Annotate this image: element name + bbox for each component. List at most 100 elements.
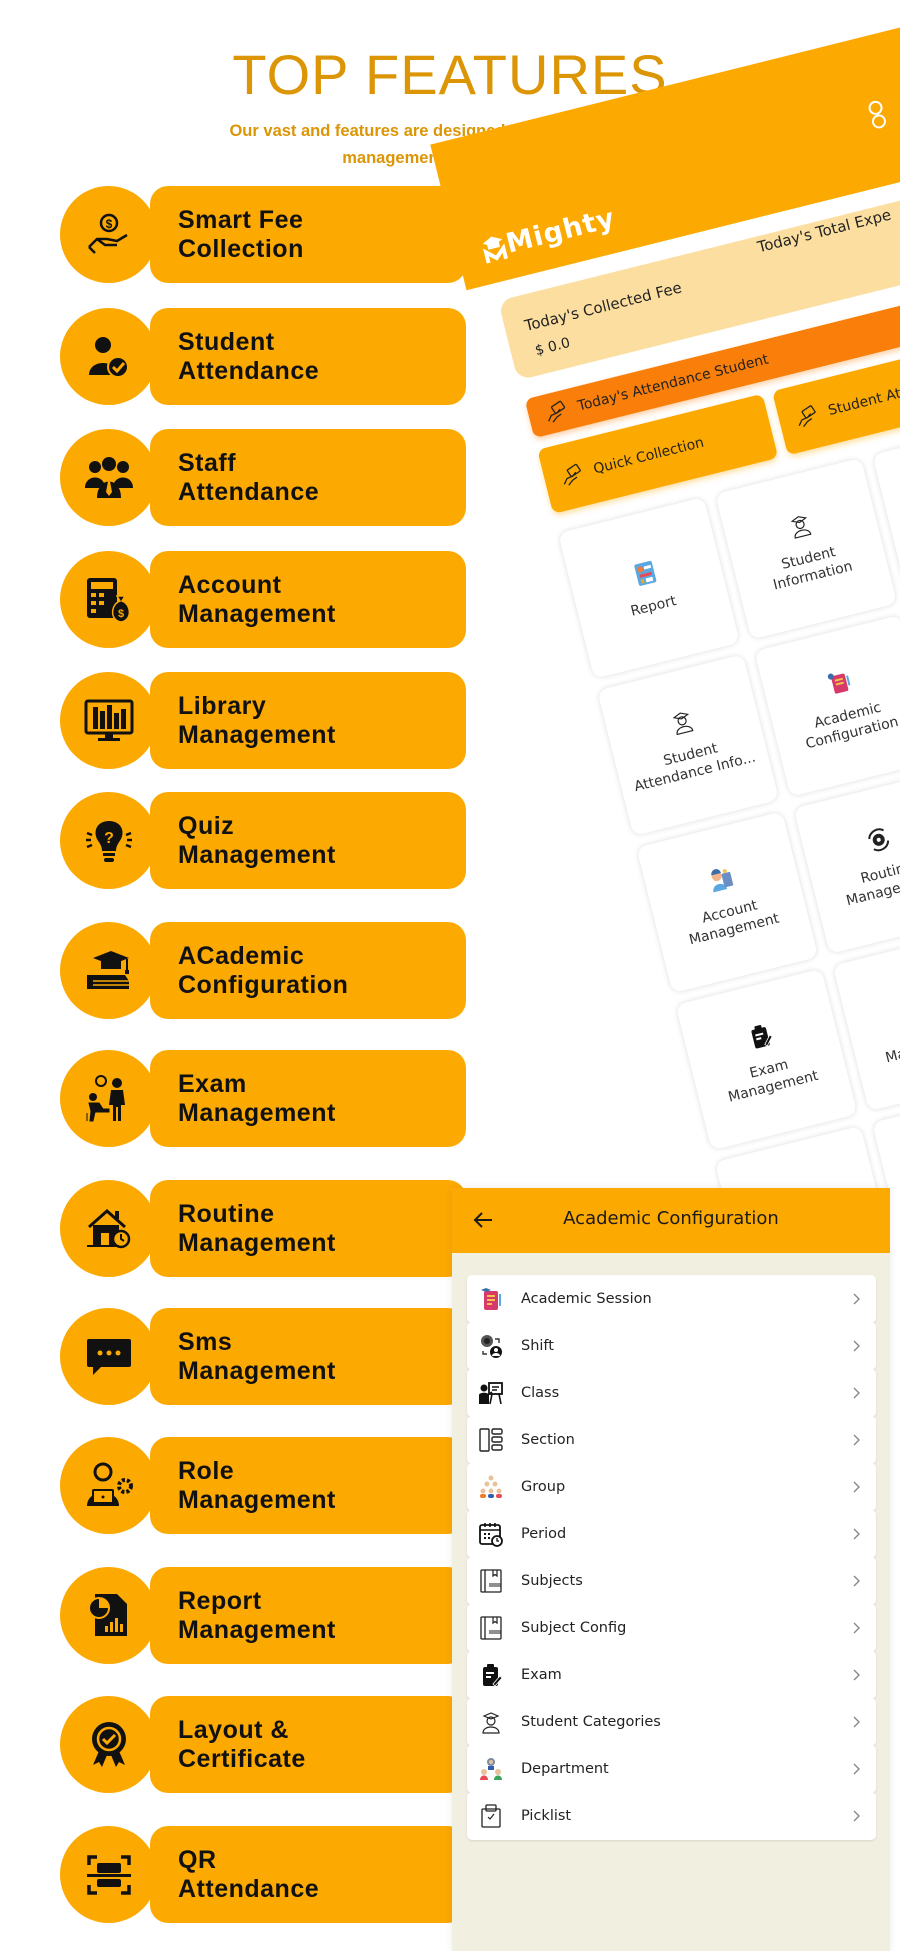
config-list-item[interactable]: Department <box>467 1745 876 1793</box>
feature-label: Exam Management <box>178 1069 336 1127</box>
calculator-moneybag-icon: $ <box>86 577 130 623</box>
chat-bubble-icon <box>86 1338 131 1375</box>
config-list-item-label: Period <box>521 1526 567 1542</box>
feature-icon-circle <box>60 1826 157 1923</box>
config-list-item-label: Department <box>521 1761 609 1777</box>
student-attendance-label: Student Atte <box>826 382 900 419</box>
config-list-item-label: Exam <box>521 1667 562 1683</box>
feature-icon-circle <box>60 1308 157 1405</box>
chevron-right-icon <box>853 1575 860 1587</box>
feature-icon-circle <box>60 672 157 769</box>
config-list-item[interactable]: Shift <box>467 1322 876 1370</box>
department-icon <box>480 1758 502 1780</box>
academic-configuration-screen: Academic Configuration Academic Session S… <box>452 1188 890 1951</box>
feature-icon-circle <box>60 1437 157 1534</box>
feature-icon-circle: $ <box>60 186 157 283</box>
config-list-item[interactable]: Exam <box>467 1651 876 1699</box>
config-list-item[interactable]: Subjects <box>467 1557 876 1605</box>
hand-money-icon <box>563 463 581 486</box>
feature-label: Role Management <box>178 1456 336 1514</box>
feature-label: QR Attendance <box>178 1845 320 1903</box>
house-clock-icon <box>86 1208 130 1248</box>
chevron-right-icon <box>853 1528 860 1540</box>
chevron-right-icon <box>853 1293 860 1305</box>
feature-item: Staff Attendance <box>60 429 466 526</box>
menu-icon[interactable] <box>863 97 892 131</box>
feature-label-pill: Report Management <box>150 1567 466 1664</box>
feature-label: Report Management <box>178 1586 336 1644</box>
report-chart-icon <box>87 1593 127 1636</box>
config-list-item[interactable]: Picklist <box>467 1792 876 1840</box>
config-list-item[interactable]: Section <box>467 1416 876 1464</box>
feature-item: Routine Management <box>60 1180 466 1277</box>
chevron-right-icon <box>853 1669 860 1681</box>
feature-label-pill: ACademic Configuration <box>150 922 466 1019</box>
config-list-item-label: Shift <box>521 1338 554 1354</box>
feature-icon-circle: $ <box>60 551 157 648</box>
config-list-item[interactable]: Group <box>467 1463 876 1511</box>
group-people-icon <box>480 1475 502 1498</box>
module-card[interactable]: Academic Configuration <box>754 615 900 797</box>
feature-label-pill: Routine Management <box>150 1180 466 1277</box>
module-card[interactable]: Student Attendance Info... <box>597 654 780 837</box>
collected-fee-label: Today's Collected Fee <box>522 278 684 335</box>
module-card[interactable]: Student Information <box>715 457 898 640</box>
config-list-item[interactable]: Class <box>467 1369 876 1417</box>
feature-icon-circle: ? <box>60 792 157 889</box>
feature-label: Routine Management <box>178 1199 336 1257</box>
feature-item: $ Account Management <box>60 551 466 648</box>
feature-label: Sms Management <box>178 1327 336 1385</box>
book-icon <box>827 673 851 694</box>
quick-collection-label: Quick Collection <box>591 434 706 478</box>
config-list-item-label: Student Categories <box>521 1714 661 1730</box>
feature-icon-circle <box>60 429 157 526</box>
svg-text:$: $ <box>117 608 123 620</box>
module-card-label: Academic Configuration <box>804 699 900 753</box>
picklist-icon <box>481 1804 501 1828</box>
feature-item: QR Attendance <box>60 1826 466 1923</box>
config-list-item[interactable]: Subject Config <box>467 1604 876 1652</box>
badge-ribbon-icon <box>91 1721 126 1767</box>
feature-label: Library Management <box>178 691 336 749</box>
feature-label: Quiz Management <box>178 811 336 869</box>
feature-label-pill: Role Management <box>150 1437 466 1534</box>
student-icon <box>482 1712 500 1734</box>
accountant-icon <box>711 869 734 893</box>
module-card[interactable]: Exam Management <box>675 968 858 1151</box>
config-list-item[interactable]: Student Categories <box>467 1698 876 1746</box>
module-card[interactable]: Account Management <box>636 811 819 994</box>
feature-item: Exam Management <box>60 1050 466 1147</box>
feature-item: Role Management <box>60 1437 466 1534</box>
panel-header: Academic Configuration <box>452 1188 890 1253</box>
calendar-clock-icon <box>479 1523 503 1547</box>
notebook-icon <box>480 1569 502 1593</box>
app-logo-text: Mighty <box>502 202 619 260</box>
academic-session-icon <box>481 1288 501 1310</box>
class-teacher-icon <box>479 1382 503 1405</box>
app-logo: Mighty <box>480 202 619 266</box>
feature-label-pill: Account Management <box>150 551 466 648</box>
feature-item: $ Smart Fee Collection <box>60 186 466 283</box>
feature-label-pill: QR Attendance <box>150 1826 466 1923</box>
module-card-label: Routine Management <box>844 858 900 910</box>
config-list-item-label: Class <box>521 1385 560 1401</box>
chevron-right-icon <box>853 1716 860 1728</box>
hand-money-icon <box>798 405 816 428</box>
library-monitor-icon <box>84 699 133 741</box>
chevron-right-icon <box>853 1810 860 1822</box>
lightbulb-question-icon: ? <box>85 820 132 862</box>
feature-icon-circle <box>60 1050 157 1147</box>
svg-text:$: $ <box>105 217 112 231</box>
module-card-label: Account Management <box>687 897 781 949</box>
config-list-item[interactable]: Period <box>467 1510 876 1558</box>
feature-label: ACademic Configuration <box>178 941 349 999</box>
feature-label-pill: Student Attendance <box>150 308 466 405</box>
feature-label: Layout & Certificate <box>178 1715 306 1773</box>
config-list-item[interactable]: Academic Session <box>467 1275 876 1323</box>
module-card-label: Sms Management <box>883 1028 900 1067</box>
chevron-right-icon <box>853 1622 860 1634</box>
exam-people-icon <box>86 1074 125 1121</box>
student-icon <box>790 516 812 539</box>
feature-label-pill: Smart Fee Collection <box>150 186 466 283</box>
module-card[interactable]: Report <box>558 497 740 679</box>
